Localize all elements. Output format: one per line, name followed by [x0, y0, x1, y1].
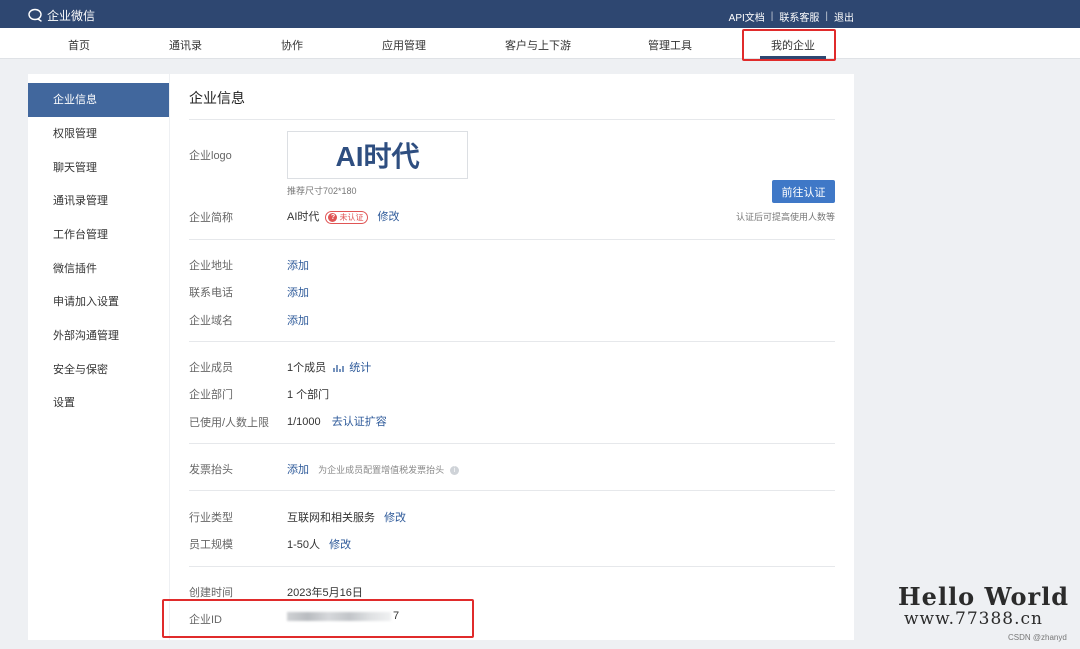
highlight-box-nav: [742, 29, 836, 61]
statistics-icon: [333, 365, 344, 373]
watermark-url: www.77388.cn: [904, 609, 1043, 629]
main-nav: 首页 通讯录 协作 应用管理 客户与上下游 管理工具 我的企业: [0, 28, 1080, 59]
created-label: 创建时间: [189, 587, 233, 599]
nav-collaboration[interactable]: 协作: [281, 37, 303, 53]
members-value: 1个成员: [287, 362, 327, 374]
nav-home[interactable]: 首页: [68, 37, 90, 53]
members-row: 1个成员 统计: [287, 359, 371, 375]
add-phone-link[interactable]: 添加: [287, 284, 309, 300]
divider: [189, 239, 835, 240]
industry-value: 互联网和相关服务: [287, 512, 375, 524]
sidebar-item-contacts-management[interactable]: 通讯录管理: [28, 184, 169, 218]
invoice-label: 发票抬头: [189, 464, 233, 476]
top-links: API文档 | 联系客服 | 退出: [729, 9, 854, 24]
nav-contacts[interactable]: 通讯录: [169, 37, 202, 53]
scale-label: 员工规模: [189, 539, 233, 551]
brand-name: 企业微信: [47, 8, 96, 23]
sidebar-item-security[interactable]: 安全与保密: [28, 353, 169, 387]
sidebar-item-join-settings[interactable]: 申请加入设置: [28, 285, 169, 319]
created-value: 2023年5月16日: [287, 587, 363, 599]
question-icon: ?: [328, 212, 338, 222]
verify-button[interactable]: 前往认证: [772, 180, 835, 203]
upgrade-capacity-link[interactable]: 去认证扩容: [332, 416, 387, 428]
departments-label: 企业部门: [189, 389, 233, 401]
invoice-hint: 为企业成员配置增值税发票抬头: [318, 465, 445, 475]
divider: [189, 443, 835, 444]
usage-row: 1/1000 去认证扩容: [287, 413, 387, 429]
nav-customers[interactable]: 客户与上下游: [505, 37, 571, 53]
divider: [189, 566, 835, 567]
members-label: 企业成员: [189, 362, 233, 374]
invoice-row: 添加 为企业成员配置增值税发票抬头 i: [287, 461, 460, 477]
info-icon[interactable]: i: [450, 465, 460, 475]
unverified-badge-text: 未认证: [339, 212, 364, 222]
edit-scale-link[interactable]: 修改: [329, 539, 351, 551]
short-name-label: 企业简称: [189, 212, 233, 224]
watermark-csdn: CSDN @zhanyd: [1008, 633, 1067, 642]
nav-management-tools[interactable]: 管理工具: [648, 37, 692, 53]
industry-row: 互联网和相关服务 修改: [287, 509, 406, 525]
sidebar-item-external-comm[interactable]: 外部沟通管理: [28, 319, 169, 353]
logo-label: 企业logo: [189, 150, 232, 162]
main-content: 企业信息 企业logo AI时代 推荐尺寸702*180 前往认证 认证后可提高…: [170, 74, 854, 640]
edit-short-name-link[interactable]: 修改: [378, 211, 400, 223]
departments-value: 1 个部门: [287, 389, 330, 401]
divider: [189, 119, 835, 120]
sidebar-item-wechat-plugin[interactable]: 微信插件: [28, 252, 169, 286]
verify-hint: 认证后可提高使用人数等: [735, 212, 835, 222]
short-name-value: AI时代: [287, 211, 320, 223]
add-address-link[interactable]: 添加: [287, 257, 309, 273]
add-invoice-link[interactable]: 添加: [287, 464, 309, 476]
highlight-box-corp-id: [162, 599, 474, 638]
brand-logo[interactable]: 企业微信: [28, 7, 95, 23]
enterprise-logo[interactable]: AI时代: [287, 131, 468, 179]
watermark-hello-world: Hello World: [898, 582, 1070, 611]
scale-row: 1-50人 修改: [287, 536, 351, 552]
api-docs-link[interactable]: API文档: [729, 9, 765, 24]
wecom-logo-icon: [28, 8, 42, 22]
industry-label: 行业类型: [189, 512, 233, 524]
short-name-row: AI时代 ? 未认证 修改: [287, 208, 400, 224]
contact-support-link[interactable]: 联系客服: [779, 9, 819, 24]
logo-size-hint: 推荐尺寸702*180: [287, 186, 357, 196]
divider: [189, 490, 835, 491]
sidebar-item-enterprise-info[interactable]: 企业信息: [28, 83, 169, 117]
sidebar-item-chat-management[interactable]: 聊天管理: [28, 151, 169, 185]
domain-label: 企业域名: [189, 315, 233, 327]
scale-value: 1-50人: [287, 539, 321, 551]
sidebar-item-permissions[interactable]: 权限管理: [28, 117, 169, 151]
usage-value: 1/1000: [287, 416, 321, 428]
page-title: 企业信息: [189, 90, 245, 106]
separator: |: [770, 11, 774, 22]
sidebar-item-workbench[interactable]: 工作台管理: [28, 218, 169, 252]
edit-industry-link[interactable]: 修改: [384, 512, 406, 524]
statistics-link[interactable]: 统计: [349, 362, 371, 374]
address-label: 企业地址: [189, 260, 233, 272]
add-domain-link[interactable]: 添加: [287, 312, 309, 328]
logout-link[interactable]: 退出: [834, 9, 854, 24]
sidebar: 企业信息 权限管理 聊天管理 通讯录管理 工作台管理 微信插件 申请加入设置 外…: [28, 74, 169, 640]
usage-label: 已使用/人数上限: [189, 417, 270, 429]
unverified-badge: ? 未认证: [325, 210, 369, 224]
separator: |: [825, 11, 828, 22]
top-bar: 企业微信 API文档 | 联系客服 | 退出: [0, 0, 1080, 28]
nav-app-management[interactable]: 应用管理: [382, 37, 426, 53]
phone-label: 联系电话: [189, 287, 233, 299]
divider: [189, 341, 835, 342]
sidebar-item-settings[interactable]: 设置: [28, 386, 169, 420]
